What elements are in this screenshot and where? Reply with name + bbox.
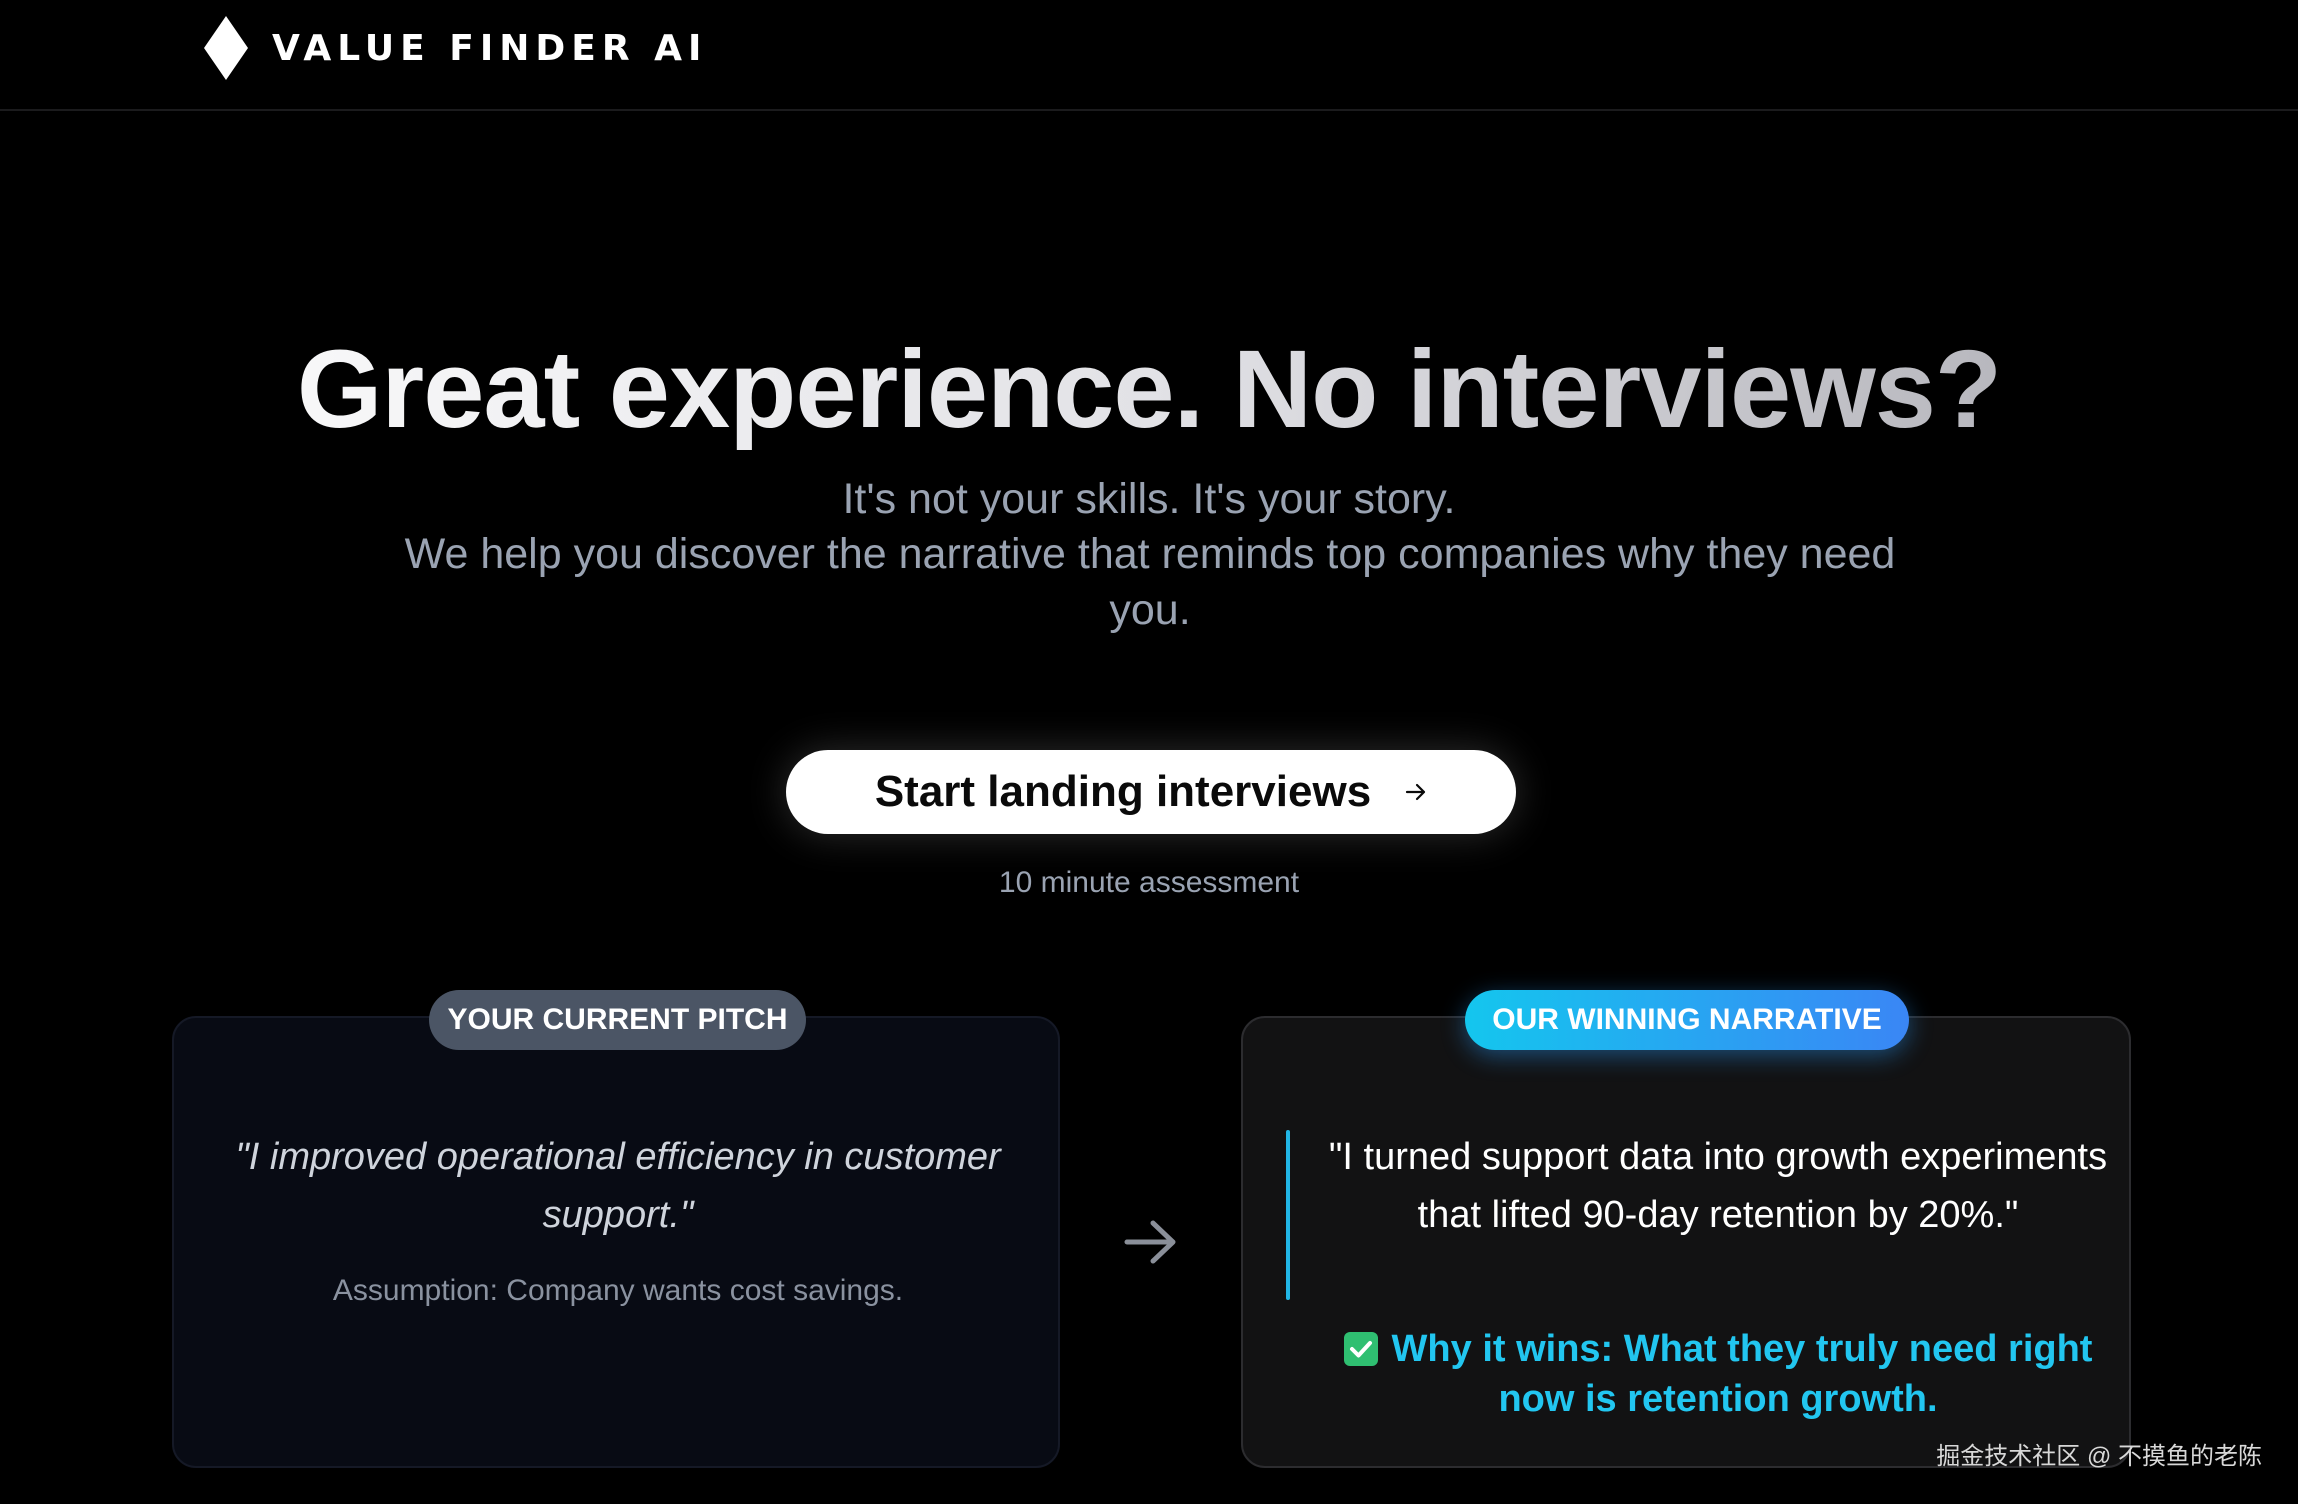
hero-subtitle: We help you discover the narrative that … — [404, 530, 1896, 634]
winning-narrative-quote: "I turned support data into growth exper… — [1328, 1136, 2108, 1236]
arrow-right-icon — [1124, 1220, 1176, 1264]
cta-label: Start landing interviews — [874, 767, 1372, 816]
current-pitch-badge: YOUR CURRENT PITCH — [429, 990, 806, 1050]
hero-title: Great experience. No interviews? — [0, 320, 2298, 460]
brand-logo[interactable]: VALUE FINDER AI — [204, 16, 707, 80]
winning-narrative-badge: OUR WINNING NARRATIVE — [1465, 990, 1909, 1050]
current-pitch-quote: "I improved operational efficiency in cu… — [235, 1136, 1001, 1236]
winning-narrative-card: OUR WINNING NARRATIVE "I turned support … — [1241, 990, 2131, 1468]
hero-tagline: It's not your skills. It's your story. — [842, 475, 1456, 523]
current-pitch-card: YOUR CURRENT PITCH "I improved operation… — [172, 990, 1060, 1468]
watermark: 掘金技术社区 @ 不摸鱼的老陈 — [1936, 1443, 2262, 1470]
arrow-right-icon — [1406, 783, 1426, 801]
brand-name: VALUE FINDER AI — [272, 27, 708, 69]
top-header: VALUE FINDER AI — [0, 0, 2298, 111]
assessment-note: 10 minute assessment — [998, 866, 1300, 899]
current-pitch-assumption: Assumption: Company wants cost savings. — [332, 1274, 904, 1307]
start-landing-interviews-button[interactable]: Start landing interviews — [786, 750, 1516, 834]
diamond-icon — [204, 16, 248, 80]
why-it-wins-text: Why it wins: What they truly need right … — [1391, 1328, 2093, 1420]
landing-page: VALUE FINDER AI Great experience. No int… — [0, 0, 2298, 1504]
quote-accent-bar — [1286, 1130, 1290, 1300]
check-icon — [1343, 1332, 1378, 1366]
why-it-wins: Why it wins: What they truly need right … — [1323, 1324, 2113, 1424]
